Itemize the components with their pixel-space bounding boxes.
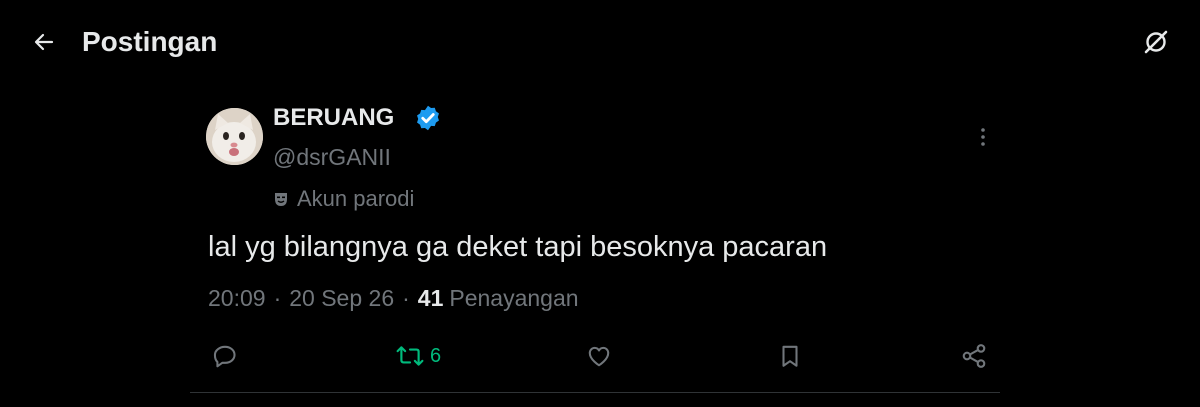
bookmark-icon (777, 343, 803, 369)
share-icon (960, 342, 988, 370)
repost-count: 6 (430, 344, 442, 367)
grok-button[interactable] (1136, 22, 1176, 62)
handle[interactable]: @dsrGANII (273, 142, 391, 172)
reply-button[interactable] (212, 338, 238, 374)
like-icon (586, 343, 612, 369)
like-button[interactable] (586, 338, 612, 374)
views-label: Penayangan (449, 284, 579, 311)
meta-separator: · (402, 284, 410, 311)
parody-mask-icon (273, 191, 289, 207)
meta-separator: · (273, 284, 282, 311)
tweet-date[interactable]: 20 Sep 26 (289, 285, 394, 312)
tweet-text: lal yg bilangnya ga deket tapi besoknya … (208, 231, 828, 263)
more-options-icon (980, 127, 986, 147)
reply-icon (212, 343, 238, 369)
back-button[interactable] (24, 22, 64, 62)
parody-label: Akun parodi (297, 186, 415, 211)
repost-icon (396, 343, 424, 369)
grok-icon (1141, 27, 1171, 57)
back-arrow-icon (32, 30, 56, 54)
bookmark-button[interactable] (777, 338, 803, 374)
page-title: Postingan (82, 26, 218, 57)
display-name[interactable]: BERUANG (273, 103, 394, 133)
tweet-meta: 20:09 · 20 Sep 26 · 41 Penayangan (208, 282, 579, 314)
divider (190, 392, 1000, 393)
view-count: 41 (417, 284, 444, 311)
share-button[interactable] (960, 338, 988, 374)
more-options-button[interactable] (968, 122, 998, 152)
verified-badge-icon (414, 104, 442, 132)
avatar[interactable] (206, 108, 263, 165)
repost-button[interactable]: 6 (396, 338, 441, 374)
parody-label-row: Akun parodi (273, 184, 414, 214)
tweet-time[interactable]: 20:09 (208, 285, 266, 312)
